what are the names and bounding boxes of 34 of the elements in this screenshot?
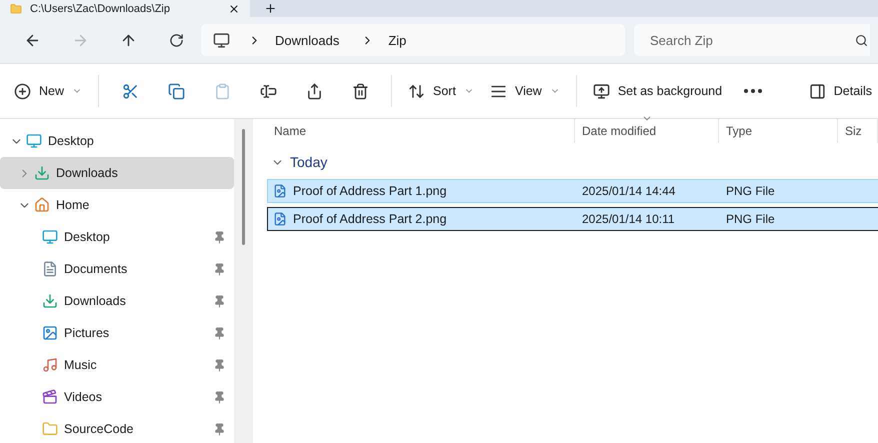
- sidebar-item[interactable]: Desktop: [0, 125, 234, 157]
- sidebar-item[interactable]: Downloads: [0, 285, 234, 317]
- toolbar-button[interactable]: View: [482, 75, 568, 107]
- sidebar-item[interactable]: SourceCode: [0, 413, 234, 443]
- search-field[interactable]: Search Zip: [634, 24, 870, 56]
- column-header[interactable]: Type: [719, 119, 838, 143]
- sidebar-item[interactable]: Pictures: [0, 317, 234, 349]
- type-cell-text: PNG File: [725, 184, 776, 198]
- date-cell-text: 2025/01/14 10:11: [581, 212, 676, 226]
- sidebar-item[interactable]: Desktop: [0, 221, 234, 253]
- file-name: Proof of Address Part 2.png: [293, 212, 447, 226]
- breadcrumb-item[interactable]: Zip: [384, 32, 410, 48]
- toolbar-button[interactable]: New: [6, 75, 90, 107]
- sidebar-item[interactable]: Downloads: [0, 157, 234, 189]
- file-name: Proof of Address Part 1.png: [293, 184, 447, 198]
- group-header[interactable]: Today: [267, 149, 332, 175]
- sidebar-item[interactable]: Home: [0, 189, 234, 221]
- type-cell-text: PNG File: [725, 212, 776, 226]
- sidebar-item[interactable]: Documents: [0, 253, 234, 285]
- date-cell-text: 2025/01/14 14:44: [581, 184, 676, 198]
- column-header[interactable]: Siz: [838, 119, 878, 143]
- search-input[interactable]: Search Zip: [648, 32, 855, 48]
- window-tab[interactable]: C:\Users\Zac\Downloads\Zip: [0, 0, 250, 17]
- sidebar-item[interactable]: Videos: [0, 381, 234, 413]
- file-row[interactable]: Proof of Address Part 1.png 2025/01/14 14:44 PNG File: [267, 179, 878, 203]
- file-row[interactable]: Proof of Address Part 2.png 2025/01/14 10:11 PNG File: [267, 207, 878, 231]
- column-header[interactable]: Date modified: [575, 119, 719, 143]
- column-header[interactable]: Name: [267, 119, 575, 143]
- toolbar-button[interactable]: Sort: [400, 75, 482, 107]
- sidebar-item[interactable]: Music: [0, 349, 234, 381]
- breadcrumb-item[interactable]: Downloads: [271, 32, 344, 48]
- details-button[interactable]: Details: [800, 75, 872, 107]
- address-bar[interactable]: Downloads Zip: [201, 24, 625, 56]
- toolbar-button[interactable]: Set as background: [584, 75, 730, 107]
